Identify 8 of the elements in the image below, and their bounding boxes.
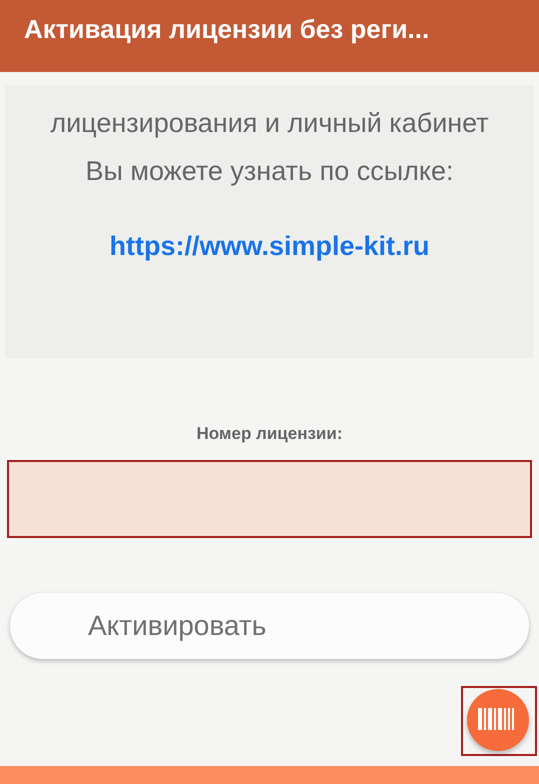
- scan-button[interactable]: [461, 686, 537, 756]
- barcode-icon: [478, 708, 514, 730]
- info-text: лицензирования и личный кабинет Вы можете узнать по ссылке:: [49, 107, 490, 188]
- website-link[interactable]: https://www.simple-kit.ru: [109, 231, 430, 262]
- screen-title: Активация лицензии без реги...: [24, 14, 430, 44]
- field-label: Номер лицензии:: [196, 424, 342, 444]
- license-field[interactable]: [7, 460, 532, 538]
- activate-button[interactable]: Активировать: [10, 593, 529, 659]
